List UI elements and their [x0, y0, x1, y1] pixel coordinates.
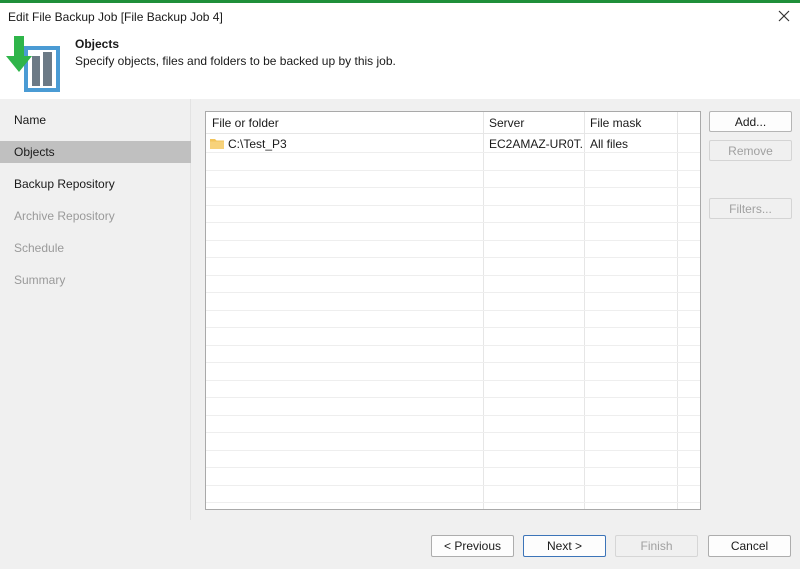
wizard-footer: < Previous Next > Finish Cancel	[0, 520, 800, 569]
grid-row-separator	[206, 170, 700, 171]
grid-row-separator	[206, 432, 700, 433]
cancel-button[interactable]: Cancel	[708, 535, 791, 557]
wizard-header: Objects Specify objects, files and folde…	[0, 30, 800, 99]
grid-row-separator	[206, 310, 700, 311]
next-button[interactable]: Next >	[523, 535, 606, 557]
nav-step-schedule: Schedule	[14, 241, 65, 255]
folder-path: C:\Test_P3	[228, 136, 287, 151]
column-header-file-or-folder[interactable]: File or folder	[206, 112, 483, 134]
grid-header: File or folder Server File mask	[206, 112, 700, 134]
remove-button: Remove	[709, 140, 792, 161]
grid-row-separator	[206, 205, 700, 206]
grid-row-separator	[206, 345, 700, 346]
grid-row-separator	[206, 485, 700, 486]
page-title: Objects	[75, 37, 120, 51]
window-title: Edit File Backup Job [File Backup Job 4]	[8, 9, 223, 24]
grid-row-separator	[206, 222, 700, 223]
cell-file-mask: All files	[590, 136, 629, 151]
grid-row-separator	[206, 380, 700, 381]
column-header-file-mask[interactable]: File mask	[584, 112, 677, 134]
close-icon	[778, 10, 790, 22]
grid-row-separator	[206, 362, 700, 363]
grid-row-separator	[206, 257, 700, 258]
grid-row-separator	[206, 450, 700, 451]
cell-server: EC2AMAZ-UR0T...	[489, 136, 583, 151]
wizard-steps-nav: Name Objects Backup Repository Archive R…	[0, 99, 191, 520]
grid-row-separator	[206, 240, 700, 241]
grid-row-separator	[206, 397, 700, 398]
grid-row-separator	[206, 275, 700, 276]
finish-button: Finish	[615, 535, 698, 557]
previous-button[interactable]: < Previous	[431, 535, 514, 557]
grid-row-separator	[206, 415, 700, 416]
objects-grid[interactable]: File or folder Server File mask C:\Test_…	[205, 111, 701, 510]
nav-step-name[interactable]: Name	[0, 109, 191, 131]
cell-file-or-folder: C:\Test_P3	[210, 135, 482, 152]
nav-step-backup-repository[interactable]: Backup Repository	[0, 173, 191, 195]
column-header-server[interactable]: Server	[483, 112, 584, 134]
grid-row-separator	[206, 467, 700, 468]
title-bar: Edit File Backup Job [File Backup Job 4]	[0, 3, 800, 30]
backup-job-icon	[6, 36, 60, 92]
nav-step-archive-repository: Archive Repository	[14, 209, 115, 223]
page-subtitle: Specify objects, files and folders to be…	[75, 54, 396, 68]
grid-row-separator	[206, 292, 700, 293]
nav-step-summary: Summary	[14, 273, 66, 287]
nav-step-objects[interactable]: Objects	[0, 141, 191, 163]
folder-icon	[210, 139, 224, 149]
grid-row-separator	[206, 502, 700, 503]
grid-row-separator	[206, 187, 700, 188]
add-button[interactable]: Add...	[709, 111, 792, 132]
grid-row-separator	[206, 327, 700, 328]
filters-button: Filters...	[709, 198, 792, 219]
close-button[interactable]	[774, 6, 794, 26]
wizard-body: Name Objects Backup Repository Archive R…	[0, 99, 800, 520]
grid-row-separator	[206, 152, 700, 153]
